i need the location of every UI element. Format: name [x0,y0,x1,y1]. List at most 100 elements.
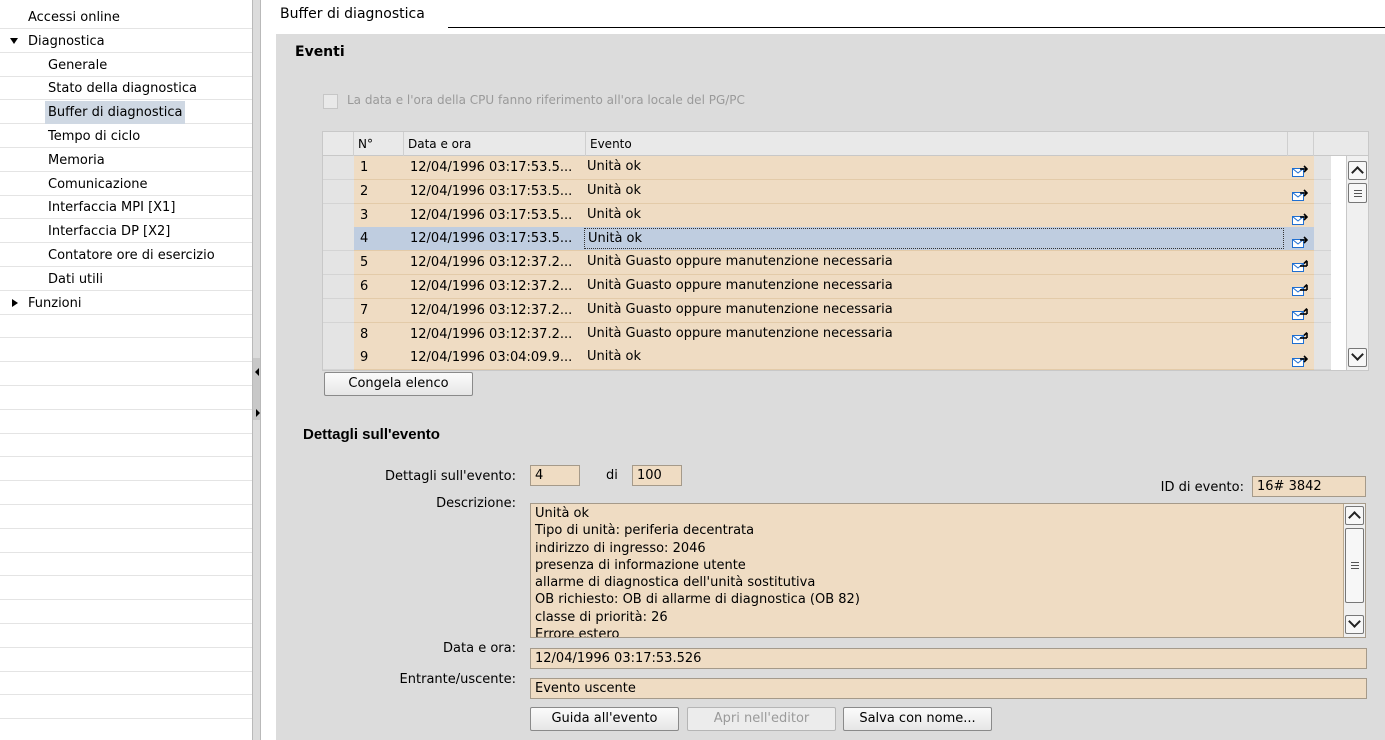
sidebar-empty-row [0,363,252,386]
scroll-thumb[interactable] [1348,183,1367,203]
local-time-checkbox[interactable] [323,94,338,109]
sidebar-item-comunicazione[interactable]: Comunicazione [0,173,252,196]
sidebar-empty-row [0,601,252,624]
row-spare [1314,322,1331,347]
sidebar-item-accessi-online[interactable]: Accessi online [0,6,252,29]
sidebar-item-label: Interfaccia MPI [X1] [48,200,176,216]
event-details-label: Dettagli sull'evento: [385,469,516,484]
cell-event: Unità Guasto oppure manutenzione necessa… [587,325,893,341]
row-gutter[interactable] [323,346,354,371]
row-gutter[interactable] [323,275,354,299]
sidebar-item-contatore-ore-di-esercizio[interactable]: Contatore ore di esercizio [0,244,252,267]
open-in-editor-button[interactable]: Apri nell'editor [687,707,836,731]
chevron-up-icon [1348,511,1361,524]
save-as-button[interactable]: Salva con nome... [843,707,992,731]
main-area: Buffer di diagnostica Eventi La data e l… [262,0,1385,740]
description-scrollbar[interactable] [1343,504,1365,637]
sidebar-item-diagnostica[interactable]: Diagnostica [0,30,252,53]
column-header-number[interactable]: N° [354,132,404,156]
sidebar-empty-row [0,339,252,363]
column-header-datetime[interactable]: Data e ora [404,132,586,156]
description-scroll-thumb[interactable] [1345,528,1364,603]
description-line: presenza di informazione utente [535,557,746,573]
row-gutter[interactable] [323,156,354,180]
description-textbox[interactable]: Unità ok Tipo di unità: periferia decentr… [530,503,1366,638]
column-header-event[interactable]: Evento [586,132,1288,156]
events-section-title: Eventi [295,44,345,60]
event-help-button[interactable]: Guida all'evento [530,707,679,731]
event-id-field: 16# 3842 [1252,476,1366,497]
table-row[interactable]: 8 12/04/1996 03:12:37.2... Unità Guasto op… [323,322,1331,347]
cell-event: Unità Guasto oppure manutenzione necessa… [587,301,893,317]
expand-right-icon[interactable] [256,409,260,417]
cell-number: 5 [360,255,369,271]
sidebar-item-label: Stato della diagnostica [48,81,197,97]
event-total-field: 100 [632,465,682,486]
sidebar-item-dati-utili[interactable]: Dati utili [0,268,252,291]
cell-datetime: 12/04/1996 03:17:53.5... [410,183,573,199]
row-gutter[interactable] [323,322,354,347]
cell-event: Unità ok [587,206,642,222]
events-table-scrollbar[interactable] [1346,156,1368,370]
chevron-down-icon [1348,615,1361,628]
scroll-up-button[interactable] [1348,161,1367,180]
row-gutter[interactable] [323,179,354,204]
row-gutter[interactable] [323,203,354,228]
sidebar-item-buffer-di-diagnostica[interactable]: Buffer di diagnostica [0,101,252,125]
table-row[interactable]: 4 12/04/1996 03:17:53.5... Unità ok [323,227,1331,252]
description-scroll-up-button[interactable] [1345,506,1364,525]
cell-direction [1288,298,1314,323]
collapse-left-icon[interactable] [255,368,259,376]
freeze-list-button[interactable]: Congela elenco [324,372,473,396]
sidebar-empty-row [0,577,252,601]
sidebar-item-interfaccia-dp-x2[interactable]: Interfaccia DP [X2] [0,220,252,244]
column-header-direction[interactable] [1288,132,1314,156]
row-gutter[interactable] [323,251,354,276]
sidebar-empty-row [0,458,252,482]
table-row[interactable]: 5 12/04/1996 03:12:37.2... Unità Guasto op… [323,251,1331,276]
table-row[interactable]: 6 12/04/1996 03:12:37.2... Unità Guasto op… [323,275,1331,299]
cell-direction [1288,203,1314,228]
description-scroll-down-button[interactable] [1345,615,1364,634]
collapsed-triangle-icon[interactable] [12,298,18,307]
description-label: Descrizione: [436,496,516,511]
table-row[interactable]: 1 12/04/1996 03:17:53.5... Unità ok [323,156,1331,180]
cell-direction [1288,251,1314,276]
cell-datetime: 12/04/1996 03:17:53.5... [410,207,573,223]
table-row[interactable]: 2 12/04/1996 03:17:53.5... Unità ok [323,179,1331,204]
cell-datetime: 12/04/1996 03:12:37.2... [410,302,573,318]
row-cells: 3 12/04/1996 03:17:53.5... Unità ok [354,203,1288,228]
row-cells: 4 12/04/1996 03:17:53.5... Unità ok [354,227,1288,252]
direction-label: Entrante/uscente: [399,672,516,687]
cell-direction [1288,275,1314,299]
cell-event: Unità Guasto oppure manutenzione necessa… [587,254,893,270]
header-gutter [323,132,354,156]
sidebar-item-label: Funzioni [28,295,82,311]
sidebar-empty-row [0,387,252,410]
table-row[interactable]: 7 12/04/1996 03:12:37.2... Unità Guasto op… [323,298,1331,323]
expanded-triangle-icon[interactable] [10,37,18,44]
tab-buffer-di-diagnostica[interactable]: Buffer di diagnostica [280,6,425,22]
sidebar-item-stato-della-diagnostica[interactable]: Stato della diagnostica [0,77,252,101]
sidebar-item-generale[interactable]: Generale [0,54,252,77]
event-index-field[interactable]: 4 [530,465,580,486]
row-gutter[interactable] [323,227,354,252]
description-line: indirizzo di ingresso: 2046 [535,540,706,556]
sidebar-item-tempo-di-ciclo[interactable]: Tempo di ciclo [0,125,252,148]
row-spare [1314,227,1331,252]
scroll-down-button[interactable] [1348,348,1367,367]
sidebar-item-label: Accessi online [28,10,120,25]
sidebar-item-interfaccia-mpi-x1[interactable]: Interfaccia MPI [X1] [0,196,252,220]
table-row[interactable]: 9 12/04/1996 03:04:09.9... Unità ok [323,346,1331,371]
table-row[interactable]: 3 12/04/1996 03:17:53.5... Unità ok [323,203,1331,228]
panel-splitter[interactable] [252,0,261,740]
row-spare [1314,251,1331,276]
incoming-event-icon [1292,305,1308,320]
description-line: OB richiesto: OB di allarme di diagnosti… [535,592,860,608]
sidebar-item-funzioni[interactable]: Funzioni [0,292,252,315]
outgoing-event-icon [1292,233,1309,249]
cell-number: 3 [360,207,369,223]
events-table: N° Data e ora Evento 1 12/04/1996 03:17:5… [322,131,1369,371]
row-gutter[interactable] [323,298,354,323]
sidebar-item-memoria[interactable]: Memoria [0,149,252,172]
